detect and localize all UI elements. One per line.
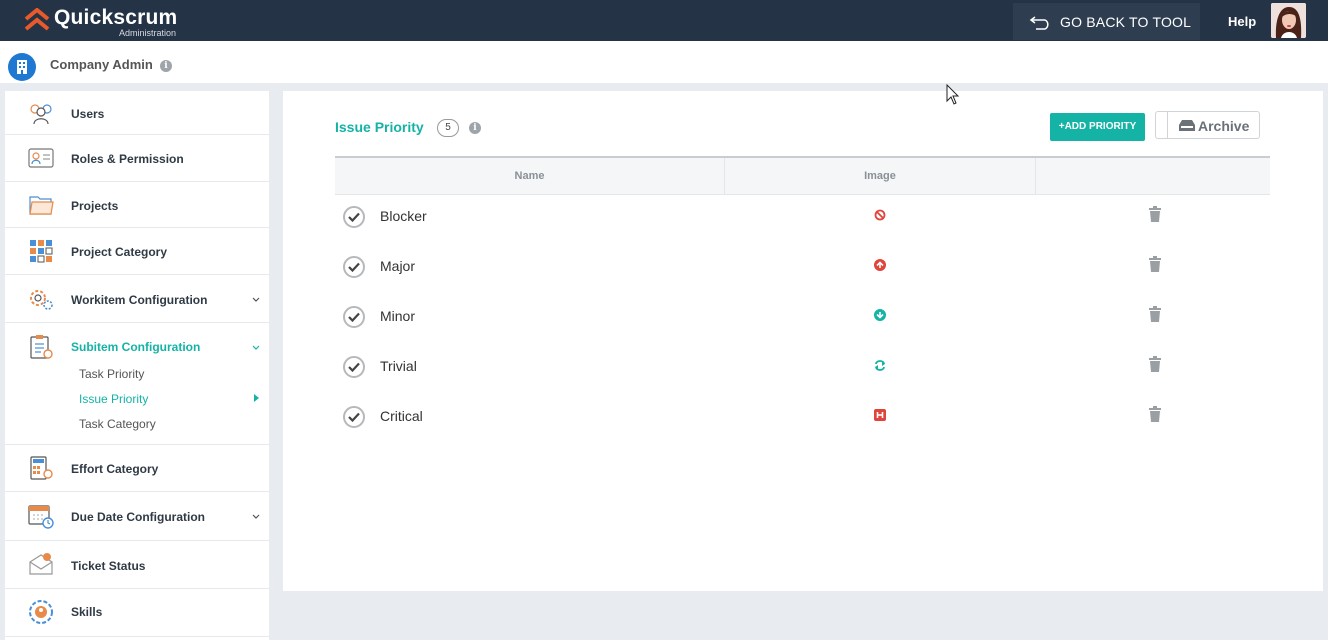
sidebar-item-users[interactable]: Users bbox=[5, 91, 269, 135]
sidebar-subitem-task-priority[interactable]: Task Priority bbox=[79, 367, 144, 381]
sidebar-subitem-task-category[interactable]: Task Category bbox=[79, 417, 156, 431]
app-logo[interactable]: Quickscrum Administration bbox=[24, 6, 194, 38]
table-row[interactable]: Trivial bbox=[335, 345, 1270, 395]
column-header-actions bbox=[1036, 158, 1270, 195]
mouse-cursor-icon bbox=[946, 84, 960, 105]
sidebar-item-label: Project Category bbox=[71, 245, 168, 259]
check-circle-icon[interactable] bbox=[343, 356, 365, 378]
calculator-icon bbox=[30, 456, 53, 480]
hospital-icon bbox=[874, 409, 886, 421]
row-name: Minor bbox=[380, 308, 416, 324]
gears-icon bbox=[30, 290, 53, 310]
sidebar: Users Roles & Permission Projects Projec… bbox=[5, 91, 269, 640]
check-circle-icon[interactable] bbox=[343, 306, 365, 328]
table-header: Name Image bbox=[335, 156, 1270, 195]
sidebar-item-projects[interactable]: Projects bbox=[5, 182, 269, 228]
arrow-up-circle-icon bbox=[874, 259, 886, 271]
table-row[interactable]: Minor bbox=[335, 295, 1270, 345]
sidebar-item-subitem-configuration[interactable]: Subitem Configuration Task Priority Issu… bbox=[5, 323, 269, 445]
help-link[interactable]: Help bbox=[1228, 14, 1256, 29]
go-back-label: GO BACK TO TOOL bbox=[1060, 14, 1192, 30]
check-circle-icon[interactable] bbox=[343, 256, 365, 278]
logo-chevron-icon bbox=[24, 8, 50, 31]
sidebar-item-workitem-configuration[interactable]: Workitem Configuration bbox=[5, 275, 269, 323]
brand-subtitle: Administration bbox=[119, 28, 177, 38]
sidebar-item-label: Due Date Configuration bbox=[71, 510, 205, 524]
chevron-down-icon[interactable] bbox=[252, 297, 260, 303]
table-row[interactable]: Blocker bbox=[335, 195, 1270, 245]
sidebar-subitem-issue-priority[interactable]: Issue Priority bbox=[79, 392, 148, 406]
count-badge: 5 bbox=[437, 119, 459, 137]
chevron-down-icon[interactable] bbox=[252, 345, 260, 351]
table-row[interactable]: Major bbox=[335, 245, 1270, 295]
info-icon[interactable]: i bbox=[469, 122, 481, 134]
sidebar-item-due-date-configuration[interactable]: Due Date Configuration bbox=[5, 492, 269, 541]
caret-right-icon bbox=[254, 394, 259, 402]
folder-icon bbox=[29, 196, 54, 215]
row-name: Critical bbox=[380, 408, 423, 424]
company-header: Company Admin i bbox=[0, 41, 1328, 87]
trash-icon[interactable] bbox=[1148, 306, 1162, 322]
row-name: Trivial bbox=[380, 358, 417, 374]
sidebar-item-ticket-status[interactable]: Ticket Status bbox=[5, 541, 269, 589]
check-circle-icon[interactable] bbox=[343, 206, 365, 228]
sidebar-item-label: Ticket Status bbox=[71, 559, 146, 573]
archive-label: Archive bbox=[1198, 118, 1250, 134]
sidebar-item-label: Users bbox=[71, 107, 105, 121]
skills-icon bbox=[29, 600, 53, 624]
sidebar-item-project-category[interactable]: Project Category bbox=[5, 228, 269, 275]
go-back-to-tool-button[interactable]: GO BACK TO TOOL bbox=[1013, 3, 1200, 40]
page-title: Issue Priority bbox=[335, 119, 424, 135]
archive-icon bbox=[1179, 120, 1195, 131]
brand-name: Quickscrum bbox=[54, 6, 178, 29]
trash-icon[interactable] bbox=[1148, 206, 1162, 222]
grid-icon bbox=[30, 240, 53, 263]
sidebar-item-label: Projects bbox=[71, 199, 119, 213]
sidebar-item-effort-category[interactable]: Effort Category bbox=[5, 445, 269, 492]
blocker-icon bbox=[874, 209, 886, 221]
trash-icon[interactable] bbox=[1148, 356, 1162, 372]
user-avatar[interactable] bbox=[1271, 3, 1306, 38]
chevron-down-icon[interactable] bbox=[252, 514, 260, 520]
sidebar-item-label: Skills bbox=[71, 605, 103, 619]
column-header-name[interactable]: Name bbox=[335, 158, 725, 195]
avatar-portrait-icon bbox=[1271, 3, 1306, 38]
id-card-icon bbox=[28, 148, 54, 168]
ticket-icon bbox=[29, 553, 53, 575]
trash-icon[interactable] bbox=[1148, 256, 1162, 272]
archive-toggle[interactable]: Archive bbox=[1155, 111, 1260, 139]
sidebar-item-label: Roles & Permission bbox=[71, 152, 184, 166]
add-priority-label: ADD PRIORITY bbox=[1064, 121, 1137, 132]
arrow-down-circle-icon bbox=[874, 309, 886, 321]
clipboard-icon bbox=[30, 335, 53, 359]
toggle-switch[interactable] bbox=[1156, 112, 1168, 138]
calendar-clock-icon bbox=[28, 505, 54, 529]
row-name: Blocker bbox=[380, 208, 427, 224]
info-icon[interactable]: i bbox=[160, 60, 172, 72]
check-circle-icon[interactable] bbox=[343, 406, 365, 428]
sidebar-item-skills[interactable]: Skills bbox=[5, 589, 269, 637]
company-name: Company Admin bbox=[50, 57, 153, 72]
add-priority-button[interactable]: +ADD PRIORITY bbox=[1050, 113, 1145, 141]
table-row[interactable]: Critical bbox=[335, 395, 1270, 445]
refresh-icon bbox=[875, 360, 885, 371]
sidebar-item-label: Workitem Configuration bbox=[71, 293, 208, 307]
sidebar-item-label: Subitem Configuration bbox=[71, 340, 201, 354]
sidebar-item-roles[interactable]: Roles & Permission bbox=[5, 135, 269, 182]
column-header-image[interactable]: Image bbox=[725, 158, 1036, 195]
return-arrow-icon bbox=[1029, 16, 1049, 30]
main-panel: Issue Priority 5 i +ADD PRIORITY Archive… bbox=[283, 91, 1323, 591]
row-name: Major bbox=[380, 258, 416, 274]
users-icon bbox=[30, 104, 52, 125]
building-icon bbox=[8, 53, 36, 81]
top-bar: Quickscrum Administration GO BACK TO TOO… bbox=[0, 0, 1328, 41]
sidebar-item-label: Effort Category bbox=[71, 462, 159, 476]
trash-icon[interactable] bbox=[1148, 406, 1162, 422]
